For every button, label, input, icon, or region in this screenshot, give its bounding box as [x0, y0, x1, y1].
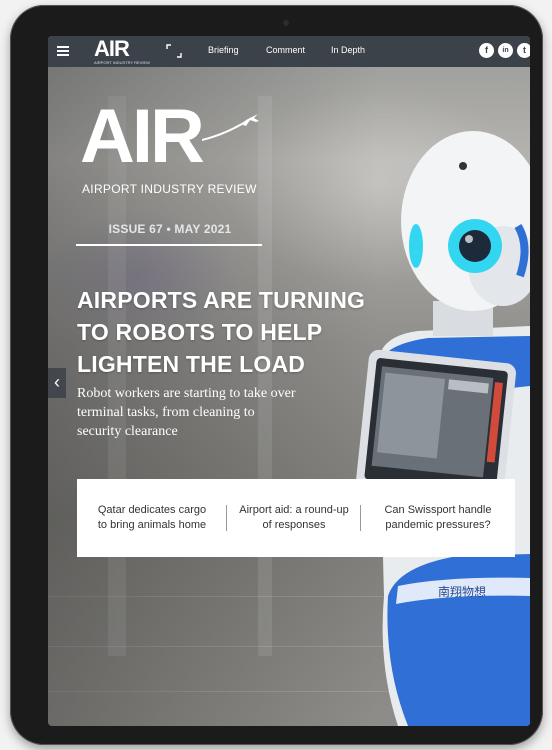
related-story-line: Airport aid: a round-up	[239, 504, 349, 516]
robot-image: 南翔物想	[356, 131, 530, 726]
issue-label: ISSUE 67 • MAY 2021	[108, 222, 232, 236]
related-story-line: to bring animals home	[97, 519, 207, 531]
screen: 南翔物想 AIR AIRPORT INDUSTRY REVIEW Briefin…	[48, 36, 530, 726]
site-logo[interactable]: AIR AIRPORT INDUSTRY REVIEW	[94, 36, 150, 66]
related-story-line: pandemic pressures?	[385, 519, 491, 531]
expand-icon[interactable]	[166, 44, 182, 58]
cover-standfirst: Robot workers are starting to take over …	[77, 384, 337, 441]
masthead-logo: AIR AIRPORT INDUSTRY REVIEW	[80, 94, 260, 208]
twitter-icon[interactable]: t	[517, 43, 530, 58]
standfirst-line: terminal tasks, from cleaning to	[77, 405, 255, 420]
top-nav-bar: AIR AIRPORT INDUSTRY REVIEW Briefing Com…	[48, 36, 530, 67]
masthead-tagline: AIRPORT INDUSTRY REVIEW	[82, 182, 257, 196]
menu-icon[interactable]	[57, 46, 69, 56]
related-stories: Qatar dedicates cargo to bring animals h…	[77, 479, 515, 557]
masthead-title: AIR	[80, 94, 205, 179]
nav-briefing[interactable]: Briefing	[208, 45, 239, 55]
headline-line: LIGHTEN THE LOAD	[77, 351, 306, 377]
related-story-1[interactable]: Qatar dedicates cargo to bring animals h…	[77, 479, 227, 557]
chevron-left-icon[interactable]: ‹	[48, 368, 66, 398]
linkedin-icon[interactable]: in	[498, 43, 513, 58]
headline-line: AIRPORTS ARE TURNING	[77, 287, 366, 313]
robot-label: 南翔物想	[438, 584, 486, 599]
cover-headline[interactable]: AIRPORTS ARE TURNING TO ROBOTS TO HELP L…	[77, 284, 377, 380]
logo-text: AIR	[94, 36, 130, 61]
standfirst-line: security clearance	[77, 424, 178, 439]
nav-comment[interactable]: Comment	[266, 45, 305, 55]
related-story-line: Qatar dedicates cargo	[97, 504, 207, 516]
nav-in-depth[interactable]: In Depth	[331, 45, 365, 55]
issue-divider	[76, 244, 262, 246]
related-story-2[interactable]: Airport aid: a round-up of responses	[227, 479, 361, 557]
headline-line: TO ROBOTS TO HELP	[77, 319, 323, 345]
logo-subtitle: AIRPORT INDUSTRY REVIEW	[94, 60, 150, 65]
facebook-icon[interactable]: f	[479, 43, 494, 58]
plane-icon	[202, 114, 259, 141]
related-story-line: Can Swissport handle	[384, 504, 492, 516]
camera-dot	[283, 20, 289, 26]
related-story-line: of responses	[262, 519, 326, 531]
related-story-3[interactable]: Can Swissport handle pandemic pressures?	[361, 479, 515, 557]
standfirst-line: Robot workers are starting to take over	[77, 386, 296, 401]
tablet-frame: 南翔物想 AIR AIRPORT INDUSTRY REVIEW Briefin…	[10, 5, 543, 745]
